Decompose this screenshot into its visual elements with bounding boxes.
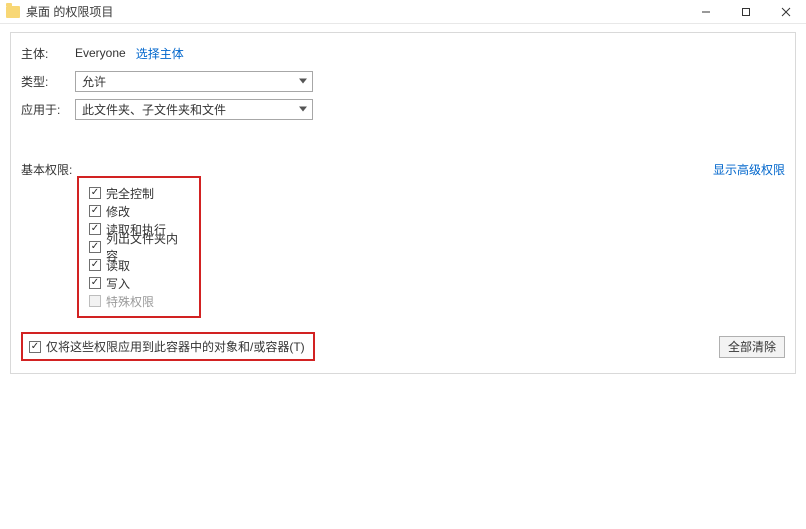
checkbox-icon — [89, 295, 101, 307]
permissions-list: 完全控制 修改 读取和执行 列出文件夹内容 读取 — [77, 176, 201, 318]
applies-to-select[interactable]: 此文件夹、子文件夹和文件 — [75, 99, 313, 120]
permission-label: 完全控制 — [106, 185, 154, 202]
title-bar: 桌面 的权限项目 — [0, 0, 806, 24]
type-row: 类型: 允许 — [21, 69, 785, 93]
type-select[interactable]: 允许 — [75, 71, 313, 92]
apply-only-row: 仅将这些权限应用到此容器中的对象和/或容器(T) 全部清除 — [21, 332, 785, 361]
select-principal-link[interactable]: 选择主体 — [136, 45, 184, 62]
checkbox-icon[interactable] — [89, 241, 101, 253]
permission-write[interactable]: 写入 — [89, 274, 189, 292]
checkbox-icon[interactable] — [89, 259, 101, 271]
type-label: 类型: — [21, 73, 69, 90]
permissions-title: 基本权限: — [21, 161, 72, 178]
main-panel: 主体: Everyone 选择主体 类型: 允许 应用于: 此文件夹、子文件夹和… — [10, 32, 796, 374]
permissions-section: 基本权限: 显示高级权限 完全控制 修改 读取和执行 列出文 — [21, 161, 785, 361]
chevron-down-icon — [299, 79, 307, 84]
permission-label: 读取 — [106, 257, 130, 274]
permission-list-folder[interactable]: 列出文件夹内容 — [89, 238, 189, 256]
applies-to-row: 应用于: 此文件夹、子文件夹和文件 — [21, 97, 785, 121]
content-area: 主体: Everyone 选择主体 类型: 允许 应用于: 此文件夹、子文件夹和… — [0, 24, 806, 384]
minimize-button[interactable] — [686, 0, 726, 24]
permission-modify[interactable]: 修改 — [89, 202, 189, 220]
show-advanced-link[interactable]: 显示高级权限 — [713, 161, 785, 178]
permission-label: 特殊权限 — [106, 293, 154, 310]
applies-to-select-value: 此文件夹、子文件夹和文件 — [82, 101, 226, 118]
permission-label: 写入 — [106, 275, 130, 292]
principal-label: 主体: — [21, 45, 69, 62]
principal-value: Everyone — [75, 46, 126, 60]
checkbox-icon[interactable] — [89, 187, 101, 199]
type-select-value: 允许 — [82, 73, 106, 90]
folder-icon — [6, 6, 20, 18]
principal-row: 主体: Everyone 选择主体 — [21, 41, 785, 65]
checkbox-icon[interactable] — [29, 341, 41, 353]
clear-all-button[interactable]: 全部清除 — [719, 336, 785, 358]
chevron-down-icon — [299, 107, 307, 112]
window-controls — [686, 0, 806, 24]
apply-only-label: 仅将这些权限应用到此容器中的对象和/或容器(T) — [46, 338, 305, 355]
permission-full-control[interactable]: 完全控制 — [89, 184, 189, 202]
close-button[interactable] — [766, 0, 806, 24]
permission-label: 修改 — [106, 203, 130, 220]
checkbox-icon[interactable] — [89, 205, 101, 217]
apply-only-container[interactable]: 仅将这些权限应用到此容器中的对象和/或容器(T) — [21, 332, 315, 361]
window-title: 桌面 的权限项目 — [26, 3, 113, 20]
checkbox-icon[interactable] — [89, 277, 101, 289]
applies-to-label: 应用于: — [21, 101, 69, 118]
maximize-button[interactable] — [726, 0, 766, 24]
permission-special: 特殊权限 — [89, 292, 189, 310]
checkbox-icon[interactable] — [89, 223, 101, 235]
